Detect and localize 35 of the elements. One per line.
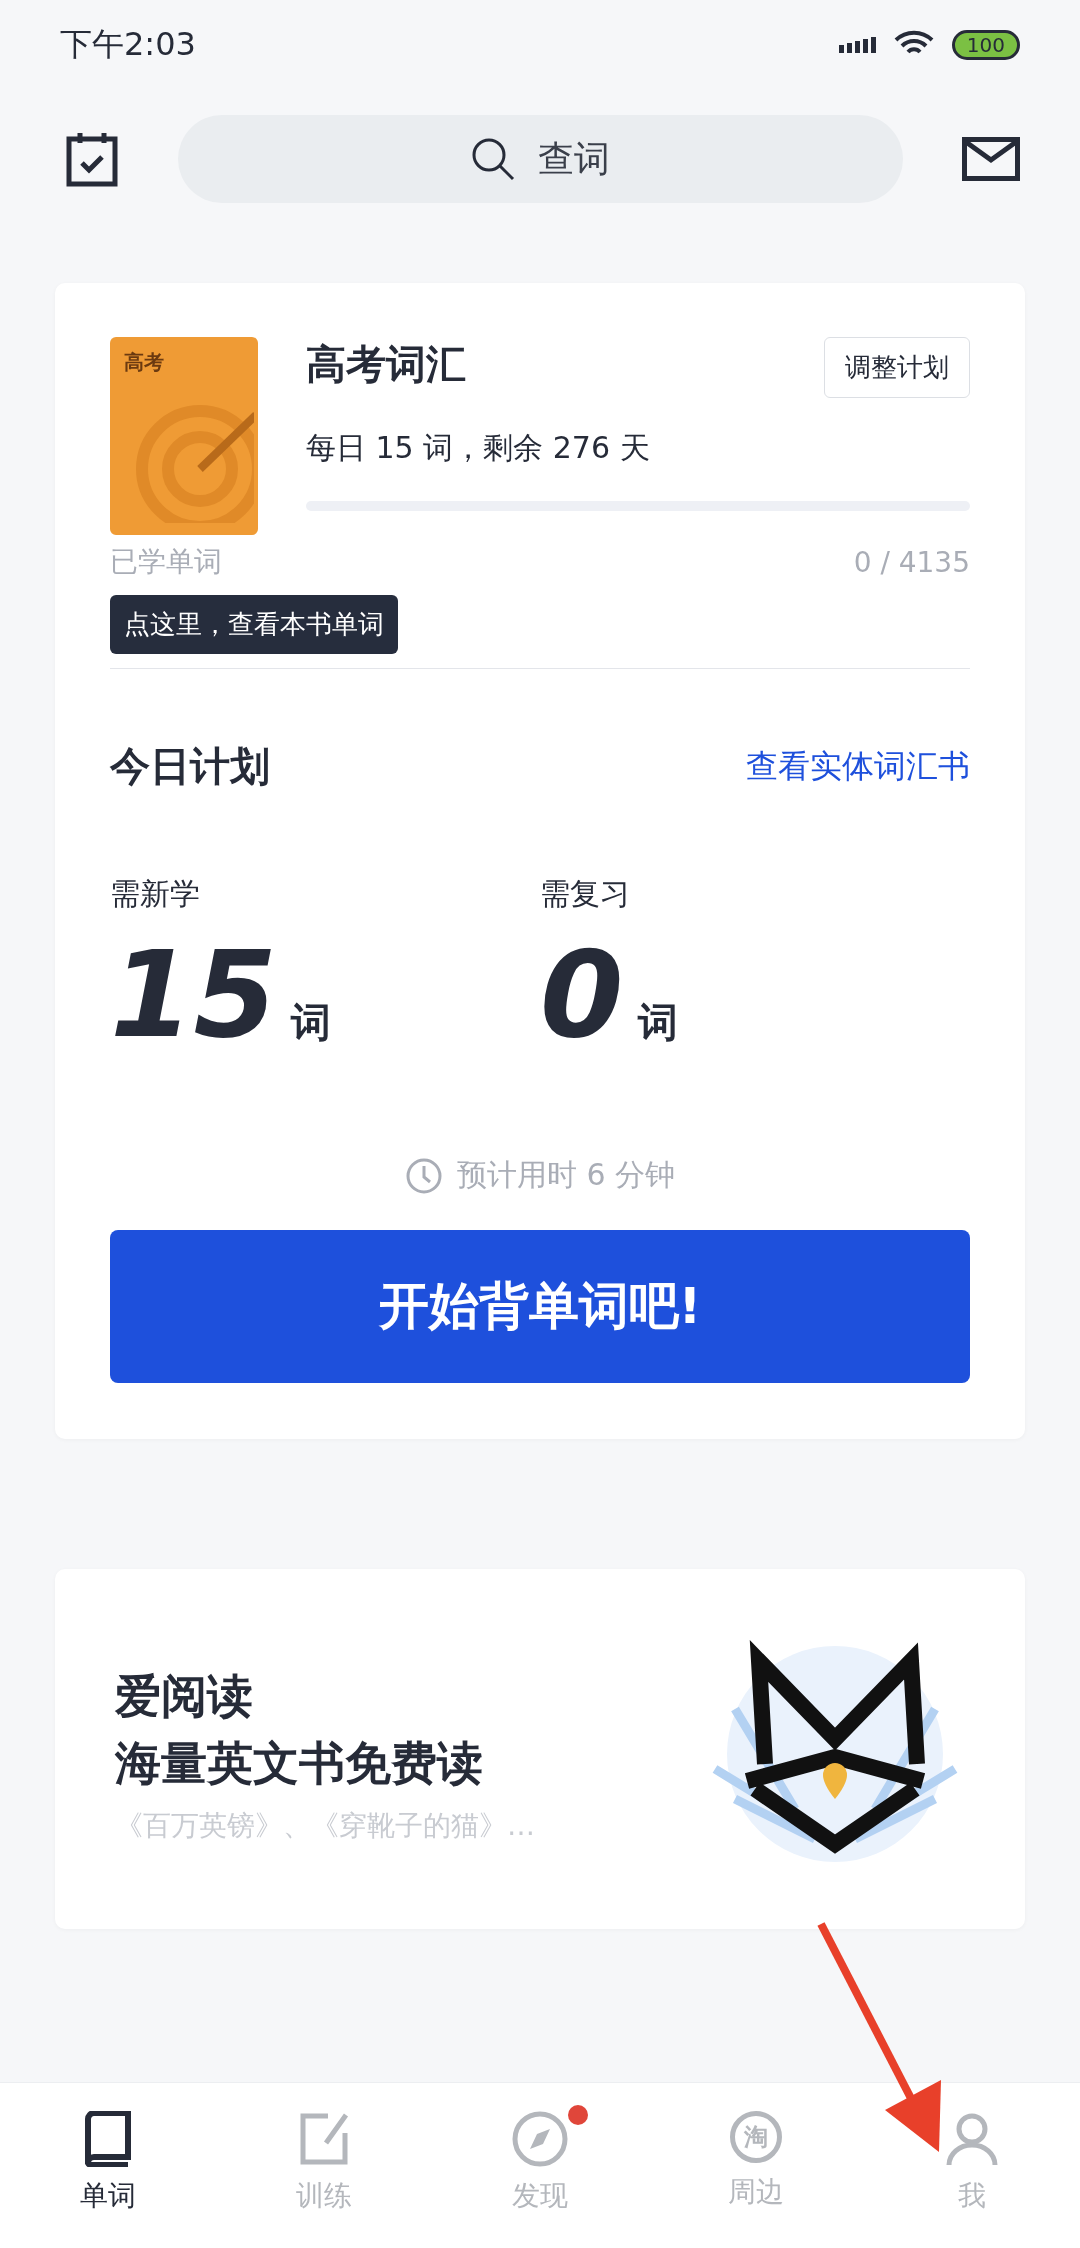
book-cover[interactable]: 高考 <box>110 337 258 535</box>
signal-icon <box>838 37 876 53</box>
person-icon <box>944 2111 1000 2167</box>
stat-unit: 词 <box>291 998 331 1047</box>
stat-value: 15 <box>110 935 277 1055</box>
plan-title: 今日计划 <box>110 742 270 791</box>
stat-label: 需复习 <box>540 875 631 913</box>
clock-icon <box>404 1156 443 1195</box>
edit-icon <box>298 2111 350 2167</box>
book-title: 高考词汇 <box>306 340 466 389</box>
search-field[interactable]: 查词 <box>177 115 903 203</box>
reading-subtitle: 海量英文书免费读 <box>115 1735 484 1792</box>
status-time: 下午2:03 <box>60 24 196 65</box>
search-placeholder: 查词 <box>538 136 610 181</box>
learned-words-label: 已学单词 <box>110 544 222 580</box>
stat-value: 0 <box>540 935 624 1055</box>
adjust-plan-button[interactable]: 调整计划 <box>824 337 970 398</box>
mail-icon[interactable] <box>962 137 1020 181</box>
calendar-icon[interactable] <box>66 131 118 187</box>
tab-item[interactable]: 单词 <box>0 2083 216 2248</box>
hint-tooltip: 点这里，查看本书单词 <box>110 595 398 654</box>
stat-label: 需新学 <box>110 875 201 913</box>
reading-title: 爱阅读 <box>115 1668 254 1726</box>
estimated-time: 预计用时 6 分钟 <box>456 1156 676 1194</box>
shop-icon: 淘 <box>730 2111 782 2163</box>
search-icon <box>470 136 516 182</box>
compass-icon <box>512 2111 568 2167</box>
cover-label: 高考 <box>124 349 164 376</box>
book-icon <box>82 2111 134 2167</box>
daily-schedule: 每日 15 词，剩余 276 天 <box>306 429 651 467</box>
stat-unit: 词 <box>637 998 678 1047</box>
battery-indicator: 100 <box>951 30 1020 60</box>
start-button[interactable]: 开始背单词吧! <box>110 1230 970 1383</box>
physical-book-link[interactable]: 查看实体词汇书 <box>746 744 970 789</box>
learned-count: 0 / 4135 <box>853 545 970 579</box>
